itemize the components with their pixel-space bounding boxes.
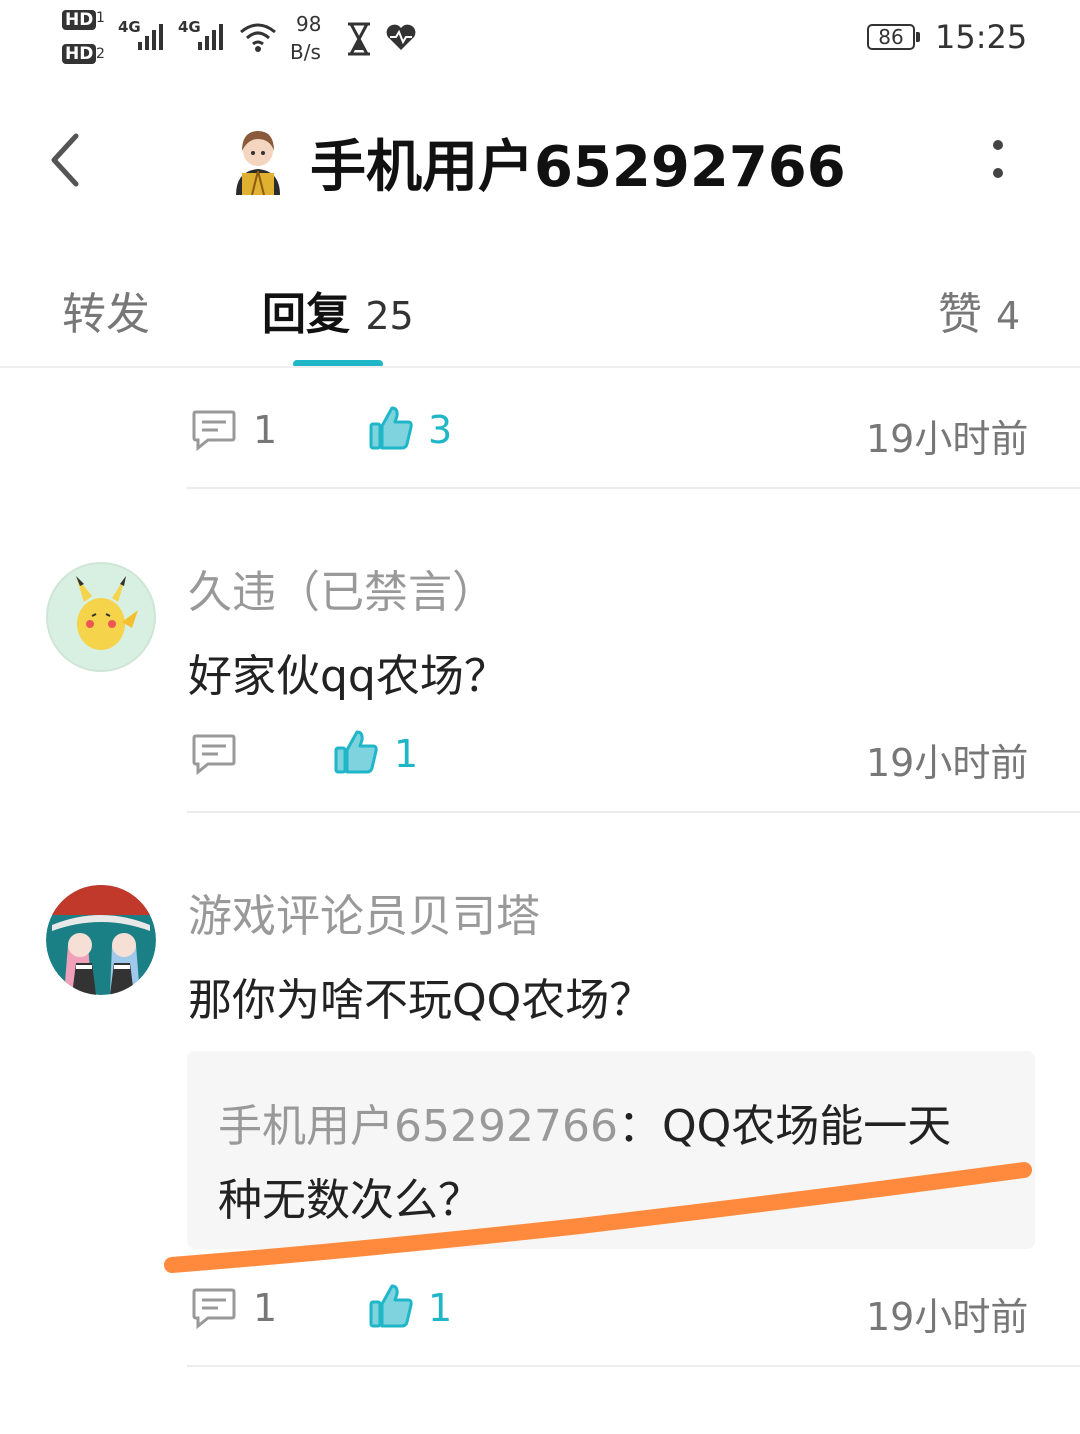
comment-username[interactable]: 久违（已禁言）: [188, 556, 496, 620]
wifi-icon: [240, 23, 276, 52]
thumbs-up-icon: [369, 1284, 413, 1328]
like-button[interactable]: [368, 404, 414, 456]
quoted-text-line-2: 种无数次么？: [218, 1175, 482, 1226]
comment-icon: [192, 734, 236, 776]
page-title: 手机用户65292766: [310, 135, 846, 200]
anime-duo-avatar-image: [46, 885, 156, 995]
reply-button[interactable]: [190, 408, 238, 452]
net-speed-value: 98: [296, 12, 322, 36]
signal-2-icon: [198, 24, 223, 50]
quoted-reply-line-1: 手机用户65292766：QQ农场能一天: [218, 1090, 951, 1154]
tab-repost-label: 转发: [62, 289, 150, 340]
health-heart-icon: [386, 24, 416, 50]
status-clock: 15:25: [935, 18, 1028, 56]
tab-divider: [0, 366, 1080, 368]
tab-likes-label: 赞: [938, 289, 982, 340]
comment-username[interactable]: 游戏评论员贝司塔: [188, 880, 540, 944]
user-avatar[interactable]: [46, 562, 156, 672]
tab-replies[interactable]: 回复 25: [262, 278, 414, 342]
hourglass-icon: [348, 22, 370, 56]
tab-likes-count: 4: [996, 294, 1021, 338]
comment-time: 19小时前: [866, 741, 1029, 785]
comment-icon: [192, 1288, 236, 1330]
more-options-icon[interactable]: [980, 135, 1016, 185]
quoted-text-line-1: QQ农场能一天: [661, 1101, 952, 1152]
comment-divider: [187, 487, 1080, 489]
comment-time: 19小时前: [866, 417, 1029, 461]
reply-count: 1: [253, 1286, 278, 1330]
battery-indicator: 86: [867, 24, 920, 50]
sim-2-label: 2: [96, 46, 105, 62]
hd-badge-2: HD: [62, 44, 97, 64]
tab-likes[interactable]: 赞 4: [938, 278, 1020, 342]
thumbs-up-icon: [369, 406, 413, 450]
thumbs-up-icon: [334, 730, 378, 774]
quote-separator: ：: [617, 1101, 662, 1152]
comment-time: 19小时前: [866, 1295, 1029, 1339]
comment-content: 那你为啥不玩QQ农场？: [188, 975, 654, 1026]
comment-divider: [187, 1365, 1080, 1367]
like-button[interactable]: [333, 728, 379, 780]
net-speed-unit: B/s: [290, 40, 321, 64]
status-bar: HD 1 HD 2 4G 4G 98 B/s 86 15:25: [0, 0, 1080, 80]
author-avatar[interactable]: [228, 125, 288, 195]
quoted-username[interactable]: 手机用户65292766: [218, 1101, 618, 1152]
like-count: 1: [428, 1286, 453, 1330]
reply-button[interactable]: [190, 732, 238, 780]
like-count: 1: [394, 732, 419, 776]
like-button[interactable]: [368, 1282, 414, 1334]
comment-divider: [187, 811, 1080, 813]
comment-icon: [192, 410, 236, 452]
tab-replies-count: 25: [365, 294, 414, 338]
signal-1-icon: [138, 24, 163, 50]
reply-button[interactable]: [190, 1286, 238, 1334]
sim-1-label: 1: [96, 10, 105, 26]
user-avatar[interactable]: [46, 885, 156, 995]
reply-count: 1: [253, 408, 278, 452]
back-arrow-icon[interactable]: [40, 130, 90, 190]
tab-replies-label: 回复: [262, 289, 350, 340]
pikachu-avatar-image: [46, 562, 156, 672]
tab-repost[interactable]: 转发: [62, 278, 150, 342]
like-count: 3: [428, 408, 453, 452]
hd-badge-1: HD: [62, 10, 97, 30]
comment-content: 好家伙qq农场？: [188, 651, 508, 702]
